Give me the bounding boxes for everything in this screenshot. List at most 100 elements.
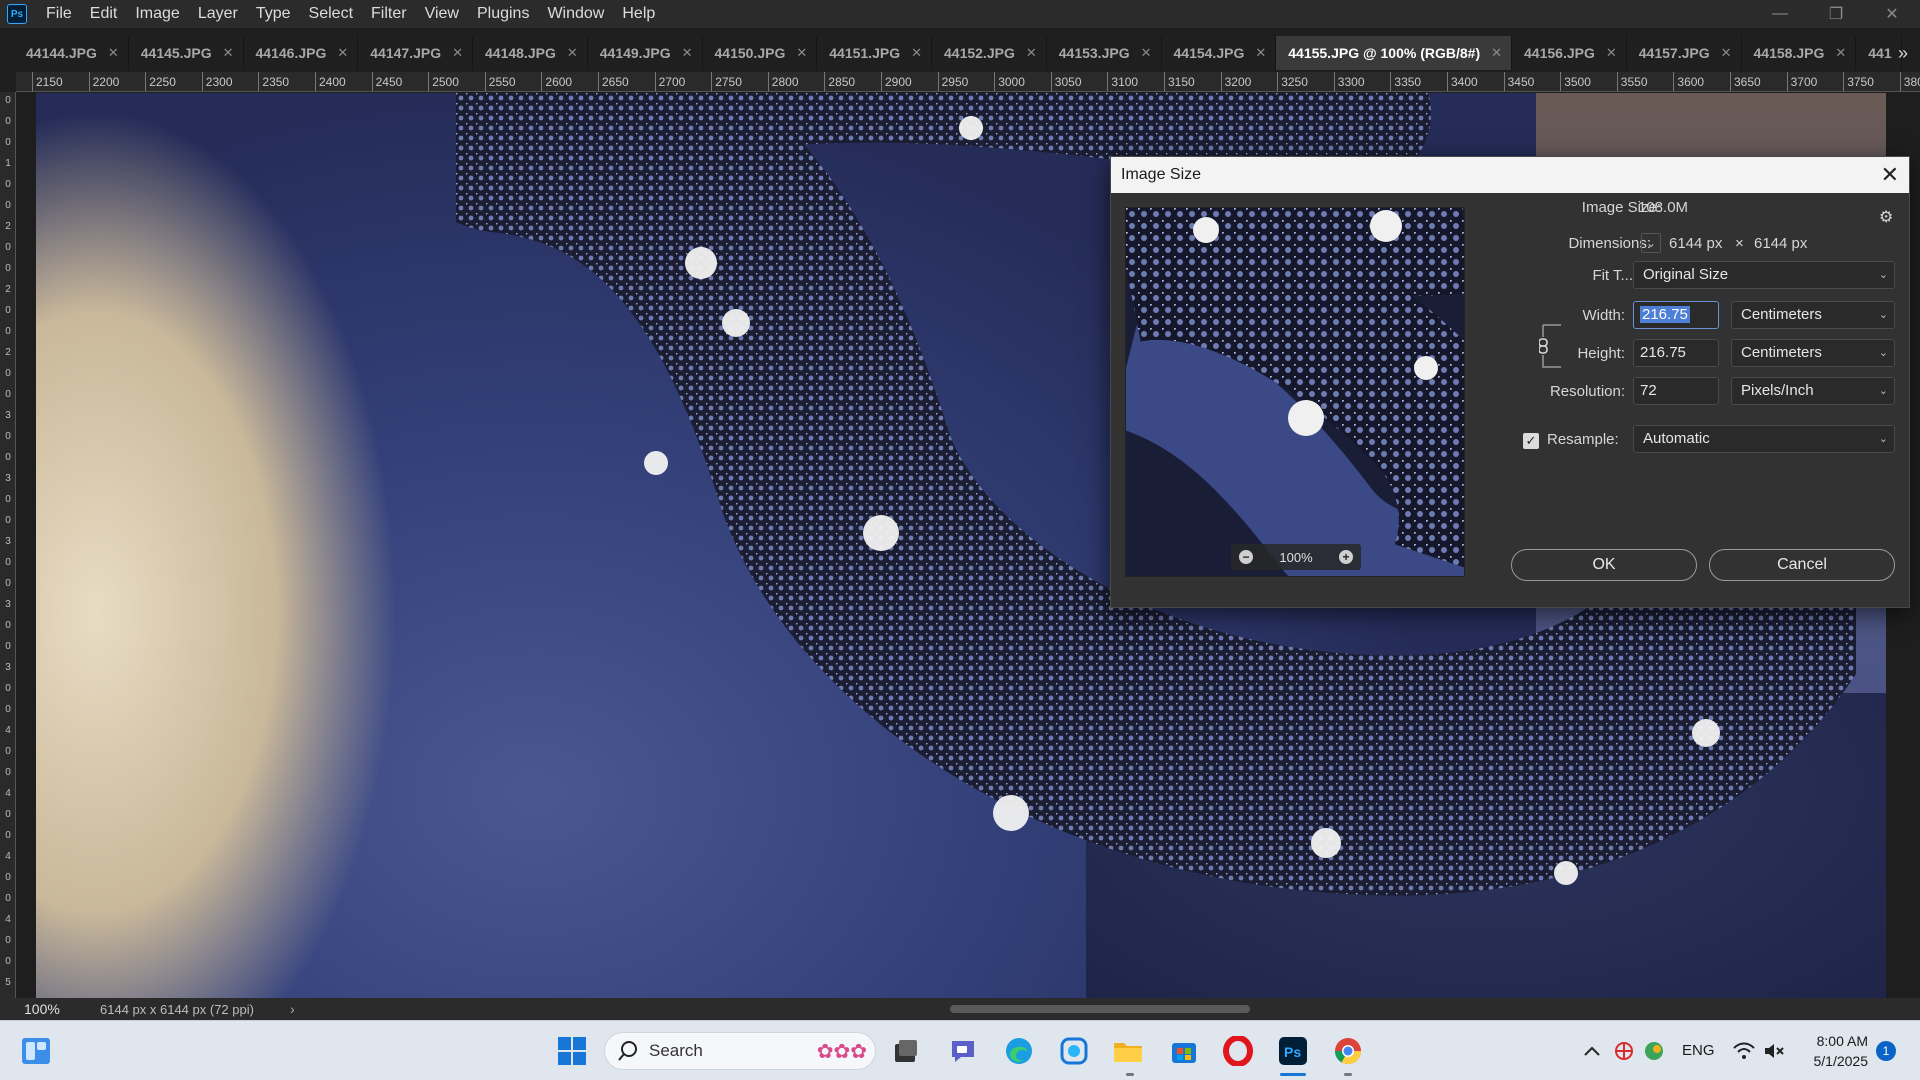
opera-browser-icon[interactable] bbox=[1218, 1031, 1258, 1071]
camera-lens-icon[interactable] bbox=[1054, 1031, 1094, 1071]
tab-document[interactable]: 44149.JPG ✕ bbox=[588, 36, 703, 70]
tab-label: 44145.JPG bbox=[140, 45, 212, 61]
status-bar: 100% 6144 px x 6144 px (72 ppi) › bbox=[0, 998, 1920, 1020]
widgets-icon[interactable] bbox=[16, 1031, 56, 1071]
photoshop-taskbar-icon[interactable]: Ps bbox=[1273, 1031, 1313, 1071]
tab-document[interactable]: 44157.JPG ✕ bbox=[1627, 36, 1742, 70]
tab-close-icon[interactable]: ✕ bbox=[1026, 45, 1037, 61]
menu-layer[interactable]: Layer bbox=[189, 0, 247, 28]
tab-document[interactable]: 44158.JPG ✕ bbox=[1742, 36, 1857, 70]
tab-document[interactable]: 44156.JPG ✕ bbox=[1512, 36, 1627, 70]
tab-close-icon[interactable]: ✕ bbox=[1141, 45, 1152, 61]
tab-document[interactable]: 44145.JPG ✕ bbox=[129, 36, 244, 70]
height-input[interactable]: 216.75 bbox=[1633, 339, 1719, 367]
globe-tray-icon[interactable] bbox=[1634, 1031, 1674, 1071]
maximize-icon[interactable]: ❐ bbox=[1808, 0, 1864, 28]
ruler-tick-label: 2250 bbox=[149, 75, 176, 89]
menu-window[interactable]: Window bbox=[538, 0, 613, 28]
language-indicator[interactable]: ENG bbox=[1682, 1021, 1715, 1080]
file-explorer-icon[interactable] bbox=[1108, 1031, 1148, 1071]
tab-label: 44149.JPG bbox=[599, 45, 671, 61]
tab-document[interactable]: 441 bbox=[1856, 36, 1902, 70]
speaker-muted-icon[interactable] bbox=[1754, 1031, 1794, 1071]
tab-document[interactable]: 44144.JPG ✕ bbox=[14, 36, 129, 70]
menu-edit[interactable]: Edit bbox=[81, 0, 127, 28]
tab-close-icon[interactable]: ✕ bbox=[223, 45, 234, 61]
menu-file[interactable]: File bbox=[37, 0, 81, 28]
fit-to-select[interactable]: Original Size ⌄ bbox=[1633, 261, 1895, 289]
menu-type[interactable]: Type bbox=[247, 0, 300, 28]
width-input[interactable]: 216.75 bbox=[1633, 301, 1719, 329]
resolution-unit-select[interactable]: Pixels/Inch ⌄ bbox=[1731, 377, 1895, 405]
microsoft-store-icon[interactable] bbox=[1164, 1031, 1204, 1071]
tab-active-document[interactable]: 44155.JPG @ 100% (RGB/8#) ✕ bbox=[1276, 36, 1513, 70]
task-view-icon[interactable] bbox=[886, 1031, 926, 1071]
horizontal-scrollbar[interactable] bbox=[310, 1002, 1900, 1016]
dialog-close-icon[interactable]: ✕ bbox=[1881, 157, 1899, 193]
tab-document[interactable]: 44150.JPG ✕ bbox=[703, 36, 818, 70]
tab-close-icon[interactable]: ✕ bbox=[1835, 45, 1846, 61]
tab-close-icon[interactable]: ✕ bbox=[1255, 45, 1266, 61]
taskbar-clock[interactable]: 8:00 AM 5/1/2025 bbox=[1814, 1031, 1869, 1071]
minimize-icon[interactable]: — bbox=[1752, 0, 1808, 28]
ruler-tick-label: 2150 bbox=[36, 75, 63, 89]
ruler-tick-label: 1 bbox=[5, 158, 11, 169]
tab-close-icon[interactable]: ✕ bbox=[108, 45, 119, 61]
dimensions-chevron-icon[interactable]: ⌄ bbox=[1641, 233, 1661, 253]
menu-items: File Edit Image Layer Type Select Filter View Pl… bbox=[37, 0, 664, 28]
image-preview[interactable]: − 100% + bbox=[1125, 207, 1465, 577]
menu-filter[interactable]: Filter bbox=[362, 0, 416, 28]
photoshop-logo-icon[interactable]: Ps bbox=[7, 4, 27, 24]
ruler-tick-label: 2200 bbox=[92, 75, 120, 89]
tab-close-icon[interactable]: ✕ bbox=[452, 45, 463, 61]
height-value: 216.75 bbox=[1640, 344, 1686, 361]
horizontal-ruler[interactable]: 2150 2200 2250 2300 2350 2400 2450 2500 2550 2600… bbox=[16, 72, 1920, 92]
scrollbar-thumb[interactable] bbox=[950, 1005, 1250, 1013]
width-unit-select[interactable]: Centimeters ⌄ bbox=[1731, 301, 1895, 329]
tab-close-icon[interactable]: ✕ bbox=[1491, 45, 1502, 61]
resolution-value: 72 bbox=[1640, 382, 1657, 399]
menu-help[interactable]: Help bbox=[613, 0, 664, 28]
close-window-icon[interactable]: ✕ bbox=[1864, 0, 1920, 28]
tab-close-icon[interactable]: ✕ bbox=[1721, 45, 1732, 61]
resample-select[interactable]: Automatic ⌄ bbox=[1633, 425, 1895, 453]
menu-image[interactable]: Image bbox=[126, 0, 188, 28]
zoom-out-icon[interactable]: − bbox=[1239, 550, 1253, 564]
tab-overflow-icon[interactable]: » bbox=[1898, 36, 1908, 70]
resolution-input[interactable]: 72 bbox=[1633, 377, 1719, 405]
height-label: Height: bbox=[1577, 345, 1625, 362]
zoom-in-icon[interactable]: + bbox=[1339, 550, 1353, 564]
ok-button[interactable]: OK bbox=[1511, 549, 1697, 581]
status-arrow-icon[interactable]: › bbox=[290, 998, 295, 1020]
edge-browser-icon[interactable] bbox=[999, 1031, 1039, 1071]
dimensions-label: Dimensions: bbox=[1568, 235, 1651, 252]
chrome-browser-icon[interactable] bbox=[1328, 1031, 1368, 1071]
height-unit-select[interactable]: Centimeters ⌄ bbox=[1731, 339, 1895, 367]
resample-checkbox[interactable]: ✓ bbox=[1523, 433, 1539, 449]
menu-view[interactable]: View bbox=[416, 0, 468, 28]
tab-document[interactable]: 44153.JPG ✕ bbox=[1047, 36, 1162, 70]
tab-close-icon[interactable]: ✕ bbox=[796, 45, 807, 61]
taskbar-search-box[interactable]: Search ✿✿✿ bbox=[604, 1032, 876, 1070]
vertical-ruler[interactable]: 0 0 0 1 0 0 2 0 0 2 0 0 2 0 0 3 0 0 3 0 0 3 0 0 3 0 0 3 0 0 4 0 0 4 0 0 4 0 0 4… bbox=[0, 92, 16, 998]
tab-document[interactable]: 44146.JPG ✕ bbox=[244, 36, 359, 70]
menu-plugins[interactable]: Plugins bbox=[468, 0, 538, 28]
windows-start-icon[interactable] bbox=[552, 1031, 592, 1071]
tab-document[interactable]: 44151.JPG ✕ bbox=[817, 36, 932, 70]
gear-icon[interactable]: ⚙ bbox=[1879, 207, 1893, 227]
notification-badge[interactable]: 1 bbox=[1876, 1041, 1896, 1061]
teams-meet-icon[interactable] bbox=[943, 1031, 983, 1071]
document-info[interactable]: 6144 px x 6144 px (72 ppi) bbox=[100, 1002, 254, 1017]
cancel-button[interactable]: Cancel bbox=[1709, 549, 1895, 581]
tab-close-icon[interactable]: ✕ bbox=[1606, 45, 1617, 61]
tab-document[interactable]: 44148.JPG ✕ bbox=[473, 36, 588, 70]
tab-close-icon[interactable]: ✕ bbox=[911, 45, 922, 61]
tab-close-icon[interactable]: ✕ bbox=[337, 45, 348, 61]
tab-document[interactable]: 44147.JPG ✕ bbox=[358, 36, 473, 70]
tab-close-icon[interactable]: ✕ bbox=[567, 45, 578, 61]
menu-select[interactable]: Select bbox=[300, 0, 362, 28]
tab-close-icon[interactable]: ✕ bbox=[682, 45, 693, 61]
tab-document[interactable]: 44154.JPG ✕ bbox=[1162, 36, 1277, 70]
zoom-level[interactable]: 100% bbox=[0, 1001, 100, 1017]
tab-document[interactable]: 44152.JPG ✕ bbox=[932, 36, 1047, 70]
